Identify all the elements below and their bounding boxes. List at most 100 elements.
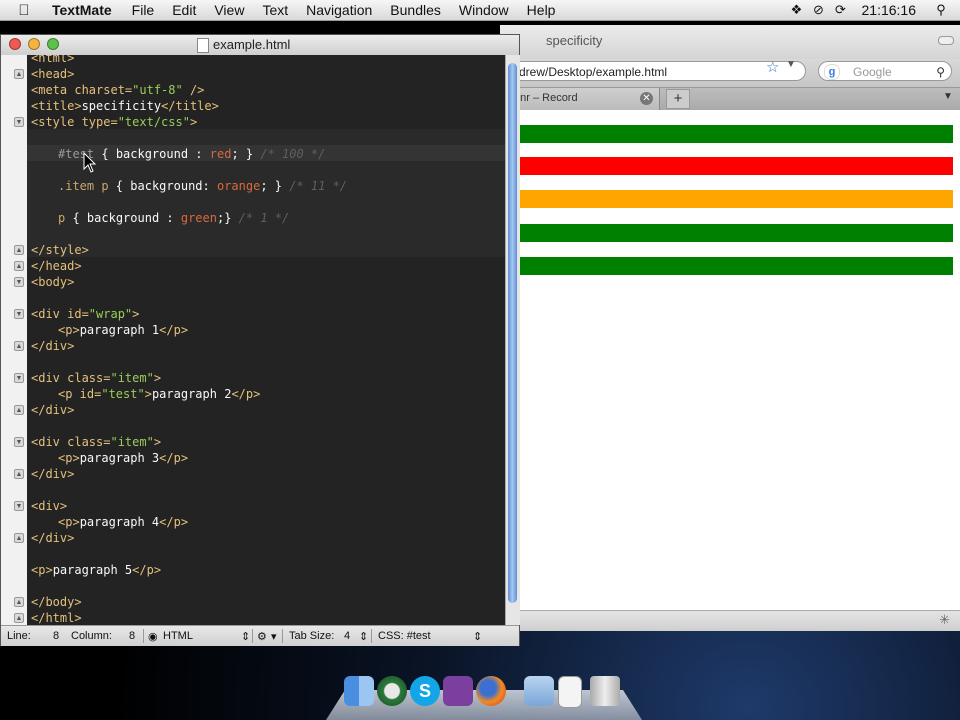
code-line: <div class="item">: [31, 371, 162, 385]
editor-titlebar[interactable]: example.html: [1, 35, 519, 56]
close-window-button[interactable]: [9, 38, 21, 50]
zoom-window-button[interactable]: [47, 38, 59, 50]
code-line: <head>: [31, 67, 75, 81]
language-gear-icon[interactable]: ◉: [148, 630, 158, 643]
url-bar[interactable]: drew/Desktop/example.html: [510, 61, 806, 81]
line-label: Line:: [7, 630, 31, 642]
symbol-stepper-icon[interactable]: ⇕: [473, 630, 482, 643]
divider: [371, 629, 372, 643]
fold-marker[interactable]: ▲: [14, 245, 24, 255]
menu-file[interactable]: File: [123, 2, 164, 18]
fold-marker[interactable]: ▲: [14, 613, 24, 623]
tab-size-stepper-icon[interactable]: ⇕: [359, 630, 368, 643]
menu-clock[interactable]: 21:16:16: [852, 2, 931, 18]
settings-dropdown-icon[interactable]: ▾: [271, 630, 277, 643]
mouse-cursor-icon: [83, 152, 97, 173]
code-line: <div id="wrap">: [31, 307, 140, 321]
firebug-icon[interactable]: ✳: [939, 612, 950, 628]
sync-icon[interactable]: ⟳: [830, 2, 852, 18]
tab-record[interactable]: enr – Record ✕: [500, 88, 660, 110]
finder-icon[interactable]: [344, 676, 374, 706]
fold-marker[interactable]: ▼: [14, 437, 24, 447]
code-line: <html>: [31, 55, 75, 65]
browser-toolbar: drew/Desktop/example.html ☆ ▼ g Google ⚲: [500, 59, 960, 87]
paragraph-3-bar: [500, 190, 953, 208]
toolbar-toggle-button[interactable]: [938, 36, 954, 45]
symbol-selector[interactable]: CSS: #test: [378, 630, 431, 642]
divider: [252, 629, 253, 643]
prohibited-icon[interactable]: ⊘: [808, 2, 830, 18]
editor-title: example.html: [213, 37, 291, 52]
menu-bundles[interactable]: Bundles: [381, 2, 450, 18]
menu-app-name[interactable]: TextMate: [48, 2, 123, 18]
fold-marker[interactable]: ▲: [14, 341, 24, 351]
paragraph-4-bar: [500, 224, 953, 242]
time-machine-icon[interactable]: [377, 676, 407, 706]
fold-marker[interactable]: ▼: [14, 373, 24, 383]
new-tab-button[interactable]: +: [666, 89, 690, 109]
trash-icon[interactable]: [590, 676, 620, 706]
fold-marker[interactable]: ▼: [14, 501, 24, 511]
code-line: #test { background : red; } /* 100 */: [58, 147, 326, 161]
skype-icon[interactable]: S: [410, 676, 440, 706]
menu-text[interactable]: Text: [253, 2, 297, 18]
page-content: [500, 110, 960, 610]
language-selector[interactable]: HTML: [163, 630, 193, 642]
search-field[interactable]: g Google ⚲: [818, 61, 952, 81]
tab-list-icon[interactable]: ▼: [940, 91, 956, 105]
menu-help[interactable]: Help: [518, 2, 565, 18]
code-editor[interactable]: <html> <head> <meta charset="utf-8" /> <…: [27, 55, 505, 625]
code-line: </head>: [31, 259, 82, 273]
document-icon[interactable]: [558, 676, 582, 708]
tab-size-value[interactable]: 4: [344, 630, 350, 642]
fold-marker[interactable]: ▼: [14, 309, 24, 319]
fold-marker[interactable]: ▼: [14, 117, 24, 127]
dock: S: [326, 676, 642, 720]
settings-gear-icon[interactable]: ⚙: [257, 630, 267, 643]
search-icon[interactable]: ⚲: [936, 62, 945, 82]
fold-marker[interactable]: ▲: [14, 69, 24, 79]
menu-edit[interactable]: Edit: [163, 2, 205, 18]
editor-status-bar: Line: 8 Column: 8 ◉ HTML ⇕ ⚙ ▾ Tab Size:…: [1, 625, 519, 646]
fold-marker[interactable]: ▼: [14, 277, 24, 287]
menu-window[interactable]: Window: [450, 2, 518, 18]
column-value: 8: [129, 630, 136, 642]
fold-marker[interactable]: ▲: [14, 533, 24, 543]
fold-marker[interactable]: ▲: [14, 469, 24, 479]
spotlight-icon[interactable]: ⚲: [930, 2, 952, 18]
line-gutter: ▲ ▼ ▲ ▲ ▼ ▼ ▲ ▼ ▲ ▼ ▲ ▼ ▲ ▲ ▲: [1, 55, 28, 625]
code-line: <p>paragraph 5</p>: [31, 563, 162, 577]
minimize-window-button[interactable]: [28, 38, 40, 50]
code-line: <style type="text/css">: [31, 115, 198, 129]
firefox-icon[interactable]: [476, 676, 506, 706]
menu-bar:  TextMate File Edit View Text Navigatio…: [0, 0, 960, 21]
code-line: </html>: [31, 611, 82, 625]
language-stepper-icon[interactable]: ⇕: [241, 630, 250, 643]
tab-strip: enr – Record ✕ + ▼: [500, 87, 960, 111]
browser-titlebar[interactable]: specificity: [500, 25, 960, 59]
url-dropdown-icon[interactable]: ▼: [786, 59, 796, 70]
google-icon[interactable]: g: [824, 64, 840, 80]
code-line: .item p { background: orange; } /* 11 */: [58, 179, 348, 193]
vertical-scrollbar[interactable]: [505, 55, 520, 625]
fold-marker[interactable]: ▲: [14, 597, 24, 607]
code-line: </body>: [31, 595, 82, 609]
fold-marker[interactable]: ▲: [14, 405, 24, 415]
bookmark-star-icon[interactable]: ☆: [766, 58, 779, 76]
menu-view[interactable]: View: [205, 2, 253, 18]
code-line: p { background : green;} /* 1 */: [58, 211, 290, 225]
dropbox-icon[interactable]: ❖: [786, 2, 808, 18]
scrollbar-thumb[interactable]: [508, 63, 517, 603]
folder-icon[interactable]: [524, 676, 554, 706]
apple-menu-icon[interactable]: : [0, 2, 48, 19]
paragraph-5-bar: [500, 257, 953, 275]
code-line: <p>paragraph 4</p>: [58, 515, 189, 529]
tab-label: enr – Record: [514, 92, 578, 104]
divider: [282, 629, 283, 643]
menu-navigation[interactable]: Navigation: [297, 2, 381, 18]
fold-marker[interactable]: ▲: [14, 261, 24, 271]
code-line: <meta charset="utf-8" />: [31, 83, 205, 97]
ical-icon[interactable]: [443, 676, 473, 706]
close-tab-icon[interactable]: ✕: [640, 92, 653, 105]
code-line: <body>: [31, 275, 75, 289]
